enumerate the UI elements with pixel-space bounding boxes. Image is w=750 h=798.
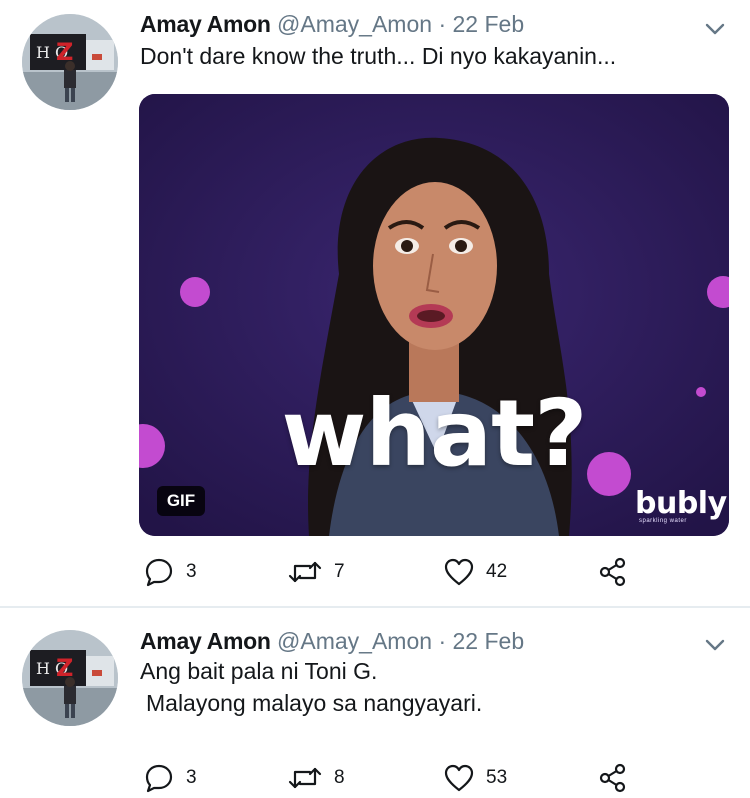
brand-logo: bubly <box>635 486 727 521</box>
tweet-text-line: Ang bait pala ni Toni G. <box>140 658 378 684</box>
reply-count: 3 <box>186 767 197 788</box>
tweet-actions: 3 7 42 <box>140 552 700 592</box>
avatar-image: H O Z <box>22 14 118 110</box>
retweet-count: 7 <box>334 561 345 582</box>
heart-icon <box>444 764 474 792</box>
tweet-header: Amay Amon @Amay_Amon · 22 Feb <box>140 627 524 655</box>
tweet[interactable]: H O Z Amay Amon @Amay_Amon · 22 Feb Don'… <box>0 0 750 606</box>
share-button[interactable] <box>598 758 628 798</box>
author-name[interactable]: Amay Amon <box>140 11 271 37</box>
retweet-button[interactable]: 7 <box>288 552 345 592</box>
author-handle[interactable]: @Amay_Amon <box>277 11 432 37</box>
like-button[interactable]: 53 <box>444 758 507 798</box>
author-handle[interactable]: @Amay_Amon <box>277 628 432 654</box>
retweet-icon <box>288 767 322 789</box>
avatar-image: H O Z <box>22 630 118 726</box>
chevron-down-icon[interactable] <box>704 634 726 656</box>
reply-icon <box>145 558 173 587</box>
tweet-date[interactable]: 22 Feb <box>453 11 525 37</box>
avatar[interactable]: H O Z <box>22 14 118 110</box>
like-count: 53 <box>486 767 508 788</box>
gif-media[interactable]: what? GIF bubly sparkling water <box>139 94 729 536</box>
author-name[interactable]: Amay Amon <box>140 628 271 654</box>
tweet-header: Amay Amon @Amay_Amon · 22 Feb <box>140 10 524 38</box>
gif-caption: what? <box>281 380 588 487</box>
chevron-down-icon[interactable] <box>704 18 726 40</box>
reply-button[interactable]: 3 <box>144 758 197 798</box>
reply-button[interactable]: 3 <box>144 552 197 592</box>
tweet-actions: 3 8 53 <box>140 758 700 798</box>
separator: · <box>438 11 447 37</box>
heart-icon <box>444 558 474 586</box>
separator: · <box>438 628 447 654</box>
reply-count: 3 <box>186 561 197 582</box>
retweet-count: 8 <box>334 767 345 788</box>
like-button[interactable]: 42 <box>444 552 507 592</box>
reply-icon <box>145 764 173 793</box>
gif-badge: GIF <box>157 486 205 516</box>
avatar[interactable]: H O Z <box>22 630 118 726</box>
share-button[interactable] <box>598 552 628 592</box>
tweet-text-line: Malayong malayo sa nangyayari. <box>146 690 483 716</box>
tweet-text: Don't dare know the truth... Di nyo kaka… <box>140 40 616 72</box>
tweet-text: Ang bait pala ni Toni G. Malayong malayo… <box>140 655 482 719</box>
share-icon <box>599 763 626 793</box>
share-icon <box>599 557 626 587</box>
brand-tagline: sparkling water <box>639 518 687 524</box>
retweet-icon <box>288 561 322 583</box>
retweet-button[interactable]: 8 <box>288 758 345 798</box>
tweet-date[interactable]: 22 Feb <box>453 628 525 654</box>
tweet-text-line: Don't dare know the truth... Di nyo kaka… <box>140 43 617 69</box>
like-count: 42 <box>486 561 508 582</box>
tweet[interactable]: H O Z Amay Amon @Amay_Amon · 22 Feb Ang … <box>0 608 750 794</box>
